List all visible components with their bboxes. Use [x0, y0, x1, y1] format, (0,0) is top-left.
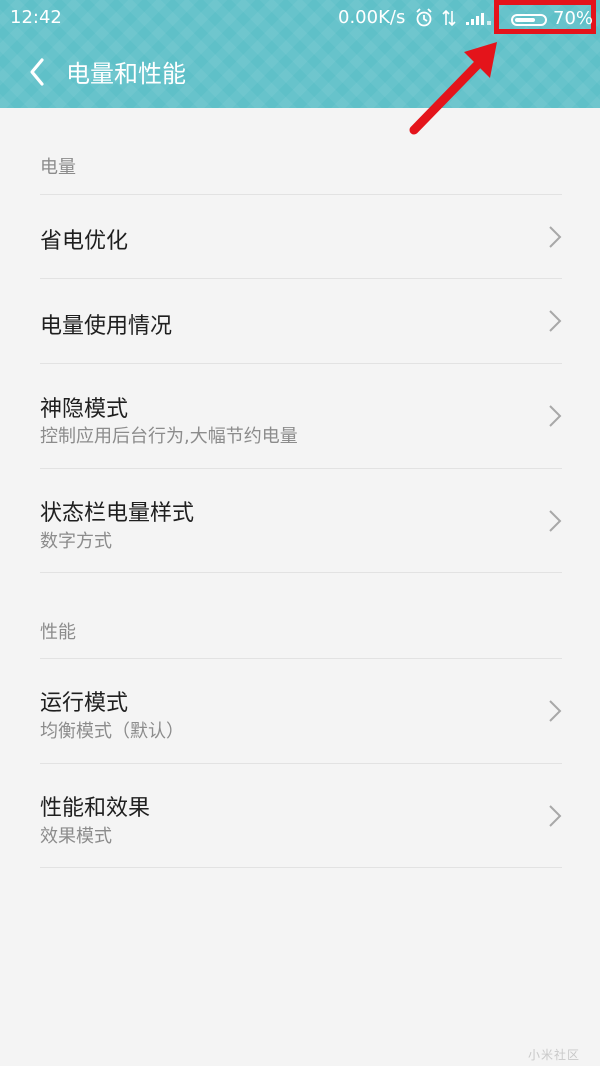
chevron-right-icon — [549, 310, 562, 332]
row-stealth-mode[interactable]: 神隐模式 控制应用后台行为,大幅节约电量 — [0, 364, 600, 468]
status-time: 12:42 — [10, 7, 62, 28]
header-bar: 12:42 0.00K/s 70% 电量和性能 — [0, 0, 600, 108]
row-title: 省电优化 — [40, 229, 129, 254]
alarm-icon — [416, 8, 432, 27]
battery-percent: 70% — [553, 8, 594, 29]
chevron-right-icon — [549, 510, 562, 532]
chevron-right-icon — [549, 226, 562, 248]
section-label-battery: 电量 — [40, 157, 76, 178]
row-subtitle: 均衡模式（默认） — [40, 721, 184, 742]
battery-highlight-box: 70% — [494, 0, 596, 34]
network-speed: 0.00K/s — [338, 7, 406, 28]
status-icons — [416, 8, 491, 27]
battery-icon — [511, 14, 547, 26]
status-bar: 12:42 0.00K/s 70% — [0, 0, 600, 36]
row-title: 状态栏电量样式 — [40, 501, 195, 526]
title-bar: 电量和性能 — [0, 40, 600, 104]
row-power-saving[interactable]: 省电优化 — [0, 195, 600, 278]
row-title: 神隐模式 — [40, 397, 129, 422]
back-chevron-icon[interactable] — [22, 54, 56, 90]
battery-fill — [515, 18, 535, 22]
row-performance-effects[interactable]: 性能和效果 效果模式 — [0, 764, 600, 867]
page-title: 电量和性能 — [66, 60, 186, 88]
divider — [40, 572, 562, 573]
chevron-right-icon — [549, 700, 562, 722]
row-subtitle: 数字方式 — [40, 531, 112, 552]
divider — [40, 867, 562, 868]
cell-signal-icon — [466, 13, 491, 25]
section-label-performance: 性能 — [40, 622, 76, 643]
row-subtitle: 效果模式 — [40, 826, 112, 847]
chevron-right-icon — [549, 405, 562, 427]
signal-arrows-icon — [442, 9, 456, 27]
watermark: 小米社区 — [528, 1048, 581, 1062]
row-title: 电量使用情况 — [40, 314, 173, 339]
row-run-mode[interactable]: 运行模式 均衡模式（默认） — [0, 659, 600, 763]
row-subtitle: 控制应用后台行为,大幅节约电量 — [40, 426, 298, 447]
row-battery-style[interactable]: 状态栏电量样式 数字方式 — [0, 469, 600, 572]
row-battery-usage[interactable]: 电量使用情况 — [0, 279, 600, 363]
row-title: 性能和效果 — [40, 796, 151, 821]
chevron-right-icon — [549, 805, 562, 827]
annotation-arrow-icon — [409, 42, 497, 135]
row-title: 运行模式 — [40, 691, 129, 716]
